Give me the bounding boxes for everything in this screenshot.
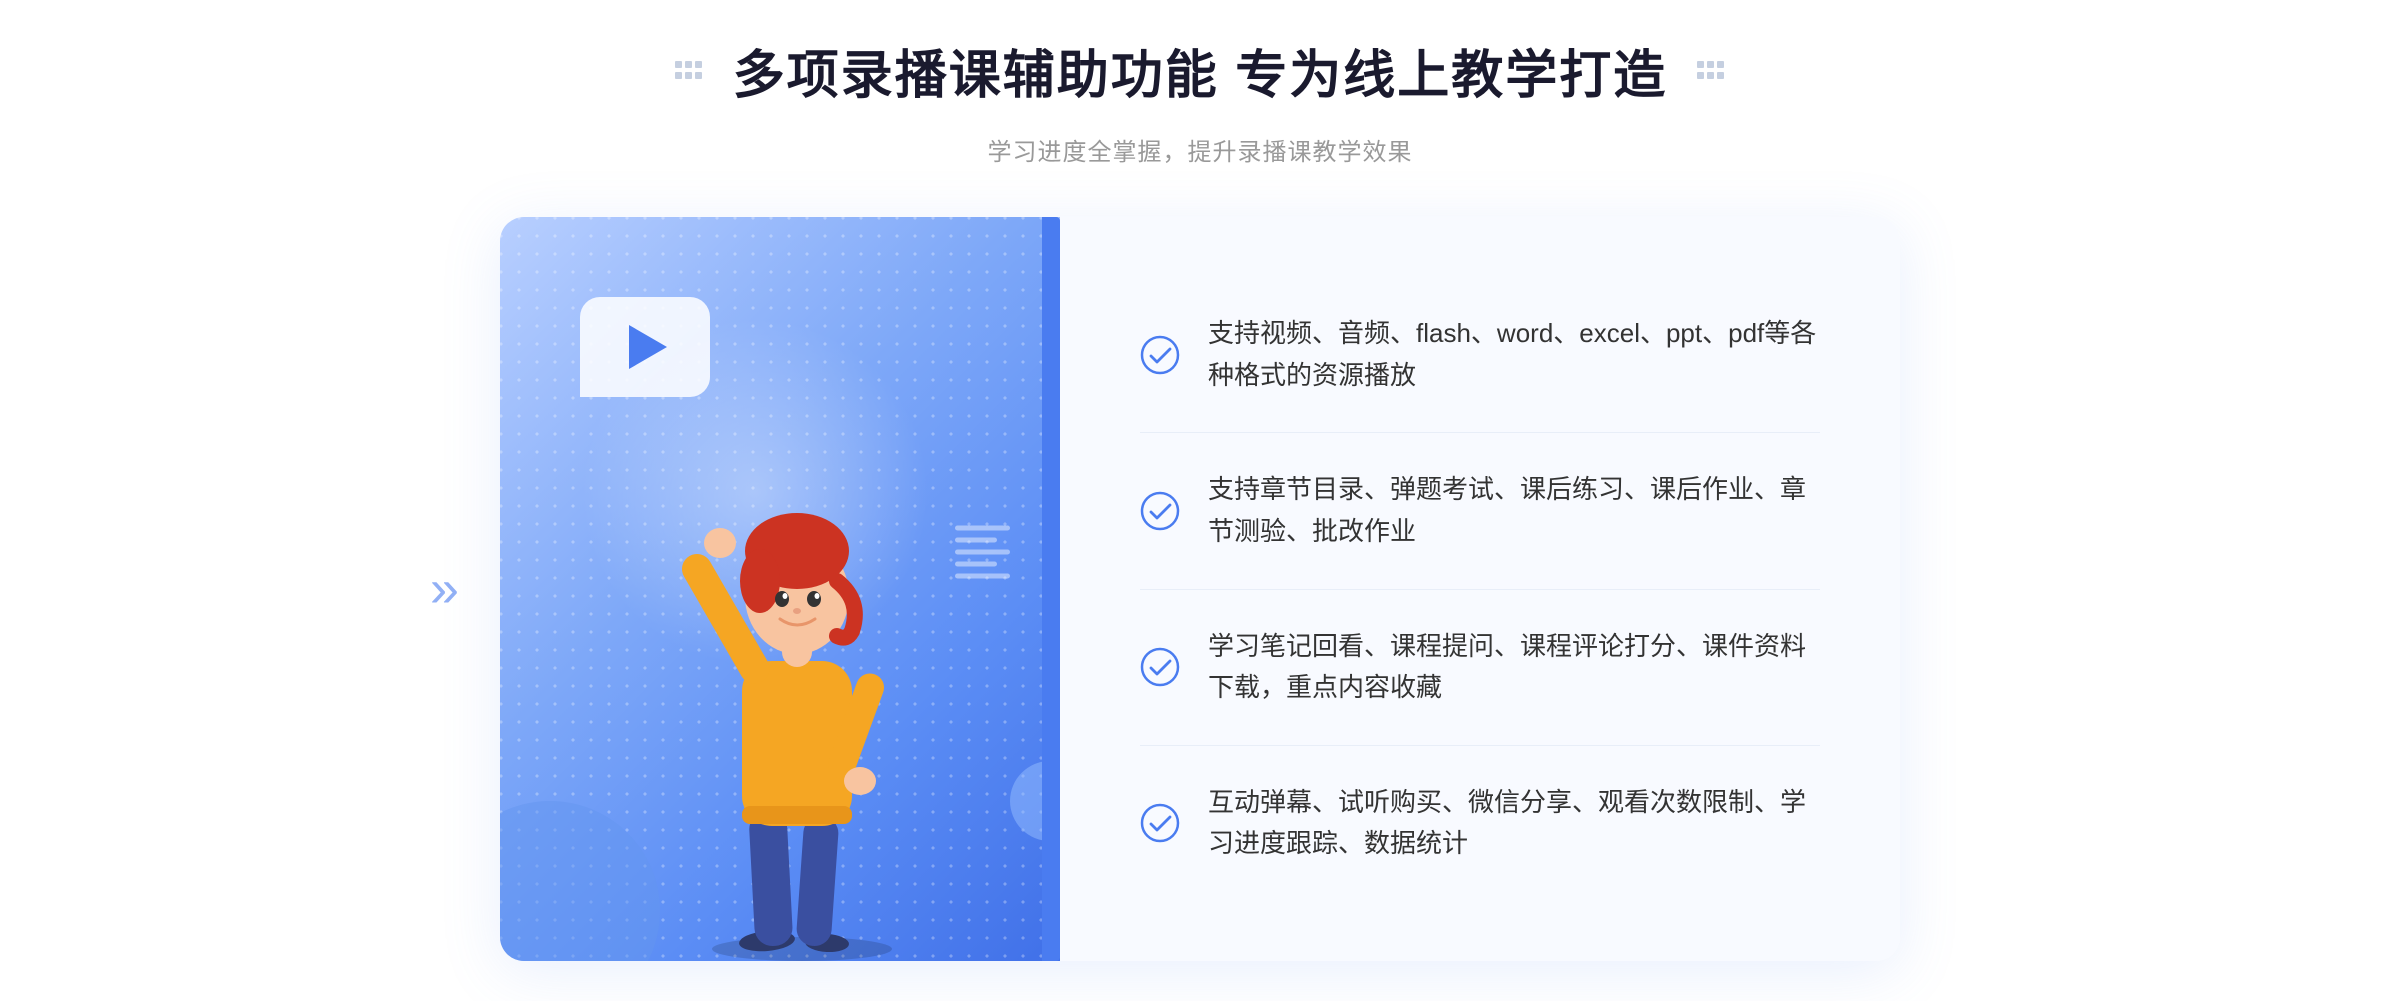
check-circle-icon-2 [1140, 491, 1180, 531]
feature-text-2: 支持章节目录、弹题考试、课后练习、课后作业、章节测验、批改作业 [1208, 469, 1820, 552]
feature-item-2: 支持章节目录、弹题考试、课后练习、课后作业、章节测验、批改作业 [1140, 433, 1820, 589]
right-dots-icon [1697, 61, 1725, 81]
feature-item-4: 互动弹幕、试听购买、微信分享、观看次数限制、学习进度跟踪、数据统计 [1140, 746, 1820, 901]
feature-item-1: 支持视频、音频、flash、word、excel、ppt、pdf等各种格式的资源… [1140, 277, 1820, 433]
left-title-decorator [675, 61, 703, 81]
header-section: 多项录播课辅助功能 专为线上教学打造 [675, 33, 1725, 108]
left-dots-icon [675, 61, 703, 81]
feature-text-3: 学习笔记回看、课程提问、课程评论打分、课件资料下载，重点内容收藏 [1208, 626, 1820, 709]
feature-text-1: 支持视频、音频、flash、word、excel、ppt、pdf等各种格式的资源… [1208, 313, 1820, 396]
person-illustration [652, 451, 972, 961]
main-content-card: 支持视频、音频、flash、word、excel、ppt、pdf等各种格式的资源… [500, 217, 1900, 961]
page-title: 多项录播课辅助功能 专为线上教学打造 [733, 33, 1667, 108]
feature-item-3: 学习笔记回看、课程提问、课程评论打分、课件资料下载，重点内容收藏 [1140, 590, 1820, 746]
check-circle-icon-3 [1140, 647, 1180, 687]
features-panel: 支持视频、音频、flash、word、excel、ppt、pdf等各种格式的资源… [1060, 217, 1900, 961]
feature-text-4: 互动弹幕、试听购买、微信分享、观看次数限制、学习进度跟踪、数据统计 [1208, 782, 1820, 865]
illustration-panel [500, 217, 1060, 961]
main-card-wrapper: » [500, 217, 1900, 961]
page-subtitle: 学习进度全掌握，提升录播课教学效果 [988, 132, 1413, 167]
blue-sidebar-bar [1042, 217, 1060, 961]
check-circle-icon-4 [1140, 803, 1180, 843]
right-title-decorator [1697, 61, 1725, 81]
left-chevron-icon: » [430, 559, 459, 619]
check-circle-icon-1 [1140, 335, 1180, 375]
page-container: 多项录播课辅助功能 专为线上教学打造 学习进度全掌握，提升录播课教学效果 » [0, 0, 2400, 1001]
